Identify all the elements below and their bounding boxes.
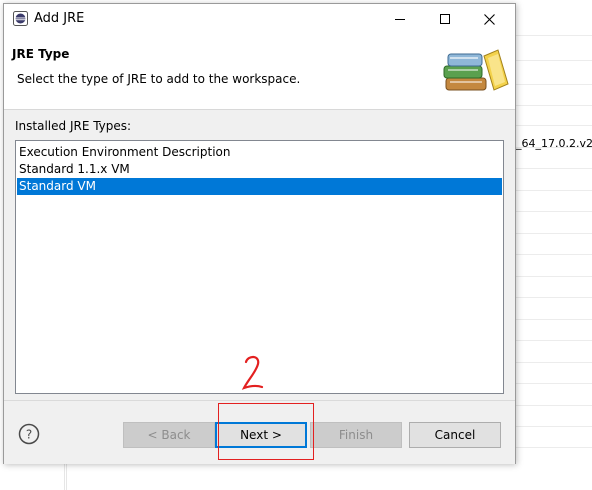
svg-text:?: ? [26, 428, 32, 442]
annotation-step-number [241, 355, 264, 390]
title-bar: Add JRE [4, 4, 515, 34]
help-icon[interactable]: ? [17, 422, 41, 446]
list-item[interactable]: Execution Environment Description [17, 144, 502, 161]
close-button[interactable] [467, 4, 512, 34]
close-icon [484, 13, 495, 25]
add-jre-dialog: Add JRE JRE Type Select the type of JRE … [3, 3, 516, 464]
cancel-button[interactable]: Cancel [409, 422, 501, 448]
page-title: JRE Type [12, 47, 70, 61]
list-item[interactable]: Standard VM [17, 178, 502, 195]
back-button[interactable]: < Back [123, 422, 215, 448]
list-item[interactable]: Standard 1.1.x VM [17, 161, 502, 178]
wizard-banner: JRE Type Select the type of JRE to add t… [4, 34, 515, 110]
maximize-icon [439, 14, 450, 24]
eclipse-app-icon [13, 11, 28, 26]
page-description: Select the type of JRE to add to the wor… [17, 72, 301, 86]
minimize-icon [394, 19, 405, 20]
maximize-button[interactable] [422, 4, 467, 34]
annotation-highlight-box [218, 403, 314, 460]
minimize-button[interactable] [377, 4, 422, 34]
background-jre-name: _64_17.0.2.v20 [516, 137, 592, 150]
dialog-title: Add JRE [34, 11, 85, 26]
installed-jre-types-label: Installed JRE Types: [15, 119, 132, 133]
jre-library-books-icon [443, 49, 509, 91]
finish-button[interactable]: Finish [310, 422, 402, 448]
